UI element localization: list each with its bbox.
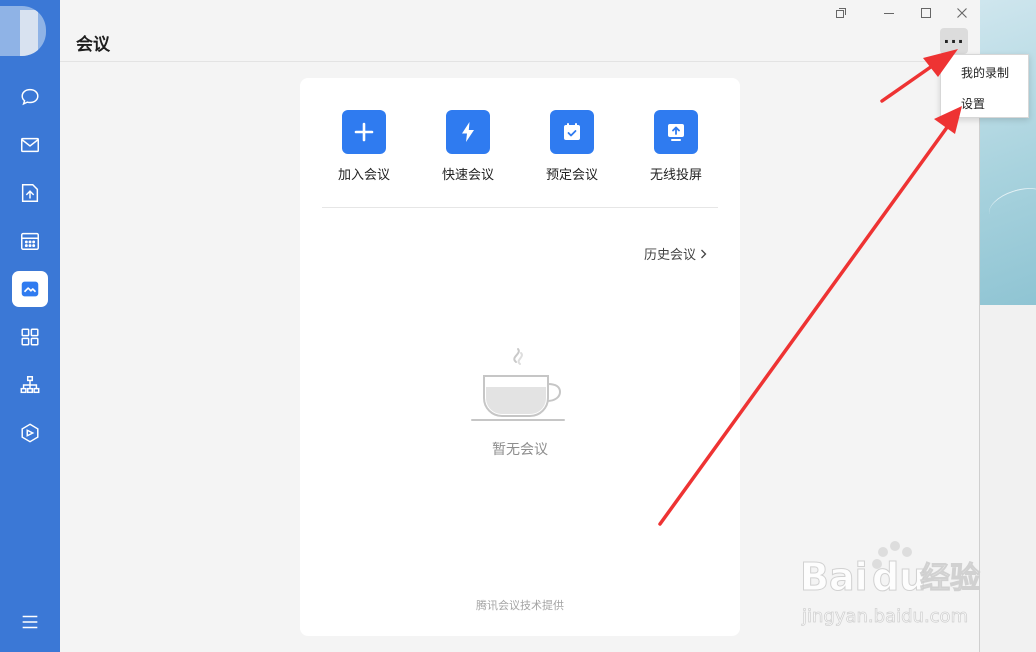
close-button[interactable]	[953, 4, 971, 22]
chevron-right-icon	[700, 248, 707, 263]
maximize-icon	[921, 8, 931, 18]
chat-icon	[21, 88, 39, 106]
wireless-cast-tile	[654, 110, 698, 154]
empty-state-text: 暂无会议	[492, 442, 548, 458]
pin-icon	[836, 8, 846, 18]
menu-icon	[22, 615, 38, 629]
join-meeting-button[interactable]: 加入会议	[324, 110, 404, 183]
sidebar-item-chat[interactable]	[12, 79, 48, 115]
pin-window-button[interactable]	[832, 4, 850, 22]
quick-meeting-tile	[446, 110, 490, 154]
wireless-cast-button[interactable]: 无线投屏	[636, 110, 716, 183]
apps-icon	[21, 328, 39, 346]
app-window: 会议 ··· 加入会议 快速会议 预定会议 无线投屏 历史会议 暂无会议 腾讯会…	[0, 0, 980, 652]
sidebar	[0, 0, 60, 652]
plus-icon	[354, 122, 374, 142]
mail-icon	[21, 137, 39, 153]
calendar-icon	[21, 232, 39, 250]
divider	[322, 207, 718, 208]
wireless-cast-label: 无线投屏	[649, 168, 702, 183]
menu-item-settings[interactable]: 设置	[961, 95, 985, 112]
schedule-meeting-label: 预定会议	[545, 168, 598, 183]
desktop-wallpaper	[978, 0, 1036, 305]
docs-icon	[21, 184, 39, 202]
avatar[interactable]	[0, 6, 46, 56]
join-meeting-label: 加入会议	[337, 168, 390, 183]
meeting-icon	[21, 281, 39, 297]
minimize-button[interactable]	[880, 4, 898, 22]
org-chart-icon	[20, 376, 40, 394]
close-icon	[957, 8, 967, 18]
schedule-meeting-tile	[550, 110, 594, 154]
schedule-meeting-button[interactable]: 预定会议	[532, 110, 612, 183]
quick-meeting-button[interactable]: 快速会议	[428, 110, 508, 183]
sidebar-item-workbench[interactable]	[12, 415, 48, 451]
sidebar-item-docs[interactable]	[12, 175, 48, 211]
sidebar-item-meeting[interactable]	[12, 271, 48, 307]
cube-icon	[21, 423, 39, 443]
more-options-menu: 我的录制 设置	[940, 54, 1029, 118]
screen-share-icon	[668, 124, 684, 141]
sidebar-item-apps[interactable]	[12, 319, 48, 355]
title-bar: 会议 ···	[60, 0, 980, 62]
sidebar-item-mail[interactable]	[12, 127, 48, 163]
history-meetings-link[interactable]: 历史会议	[644, 244, 707, 263]
menu-item-my-recordings[interactable]: 我的录制	[961, 64, 1009, 81]
maximize-button[interactable]	[917, 4, 935, 22]
history-meetings-label: 历史会议	[644, 248, 697, 263]
sidebar-menu-button[interactable]	[12, 604, 48, 640]
sidebar-item-org[interactable]	[12, 367, 48, 403]
footer-credit: 腾讯会议技术提供	[476, 599, 564, 612]
lightning-icon	[462, 122, 474, 142]
meeting-panel: 加入会议 快速会议 预定会议 无线投屏 历史会议 暂无会议 腾讯会议技术提供	[300, 78, 740, 636]
more-options-button[interactable]: ···	[940, 28, 968, 54]
calendar-check-icon	[564, 123, 580, 140]
sidebar-item-calendar[interactable]	[12, 223, 48, 259]
coffee-cup-icon	[471, 348, 565, 421]
join-meeting-tile	[342, 110, 386, 154]
page-title: 会议	[76, 35, 110, 55]
quick-meeting-label: 快速会议	[441, 168, 494, 183]
minimize-icon	[884, 13, 894, 14]
